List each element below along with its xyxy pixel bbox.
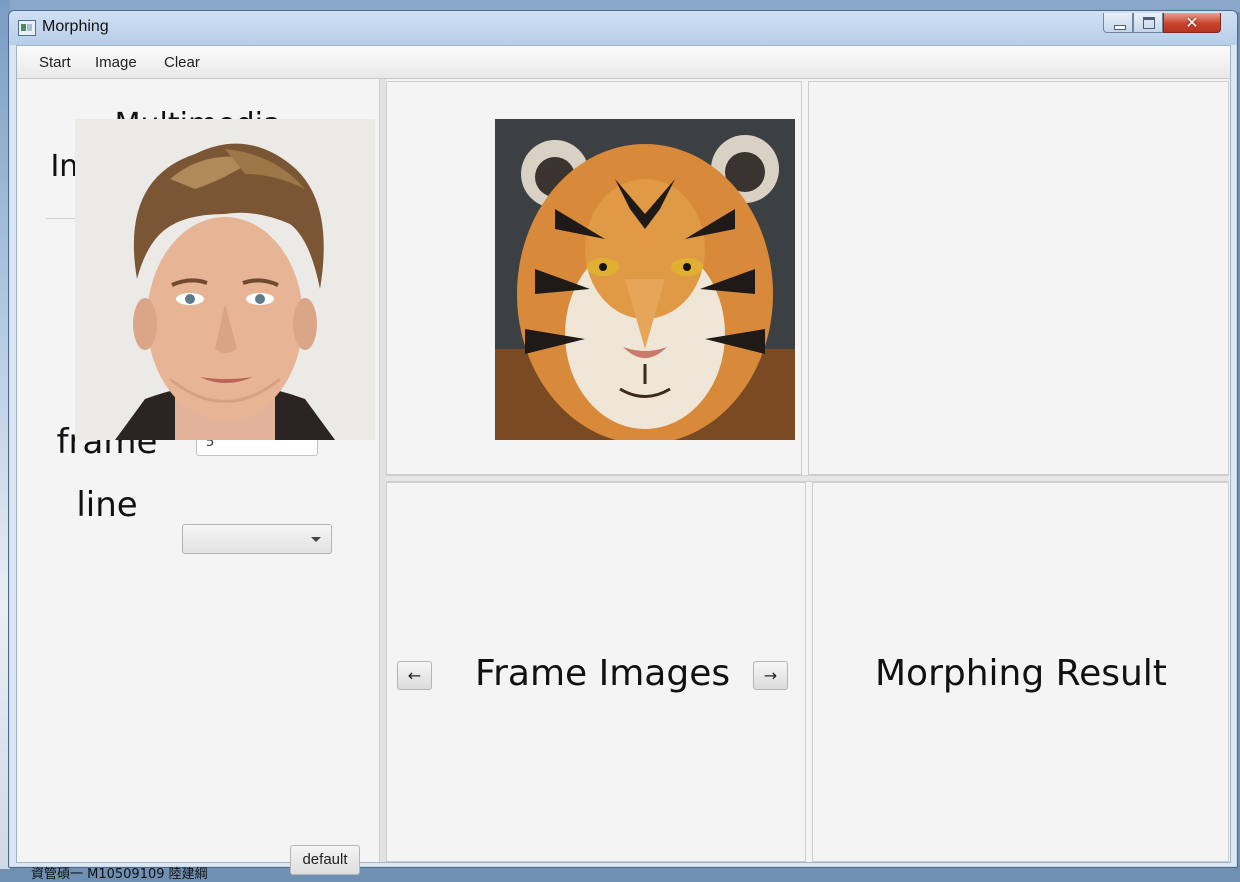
close-icon: ✕ (1185, 13, 1199, 32)
morphing-result-label: Morphing Result (875, 653, 1167, 694)
menu-start[interactable]: Start (39, 54, 71, 71)
tiger-photo-icon (495, 119, 795, 440)
close-button[interactable]: ✕ (1163, 13, 1221, 33)
horizontal-splitter[interactable] (386, 475, 1229, 482)
minimize-icon (1114, 25, 1126, 30)
line-label: line (76, 485, 138, 525)
title-bar[interactable]: Morphing ✕ (9, 11, 1237, 45)
prev-frame-button[interactable]: ← (397, 661, 432, 690)
morphing-window: Morphing ✕ Start Image Clear Multimedia … (8, 10, 1238, 882)
app-icon (18, 20, 36, 36)
target-image-cell (808, 81, 1229, 475)
window-title: Morphing (42, 18, 109, 35)
line-select[interactable] (182, 524, 332, 554)
maximize-button[interactable] (1133, 13, 1163, 33)
menu-image[interactable]: Image (95, 54, 137, 71)
source-image[interactable] (75, 119, 375, 440)
author-footer: 資管碩一 M10509109 陸建綱 (31, 867, 208, 882)
frame-images-label: Frame Images (475, 653, 731, 694)
minimize-button[interactable] (1103, 13, 1133, 33)
next-frame-button[interactable]: → (753, 661, 788, 690)
default-button[interactable]: default (290, 845, 360, 875)
chevron-down-icon (311, 537, 321, 542)
portrait-photo-icon (75, 119, 375, 440)
menu-clear[interactable]: Clear (164, 54, 200, 71)
target-image[interactable] (495, 119, 795, 440)
maximize-icon (1143, 17, 1155, 29)
menu-bar: Start Image Clear (17, 46, 1230, 79)
client-area: Start Image Clear Multimedia Information… (16, 45, 1231, 882)
